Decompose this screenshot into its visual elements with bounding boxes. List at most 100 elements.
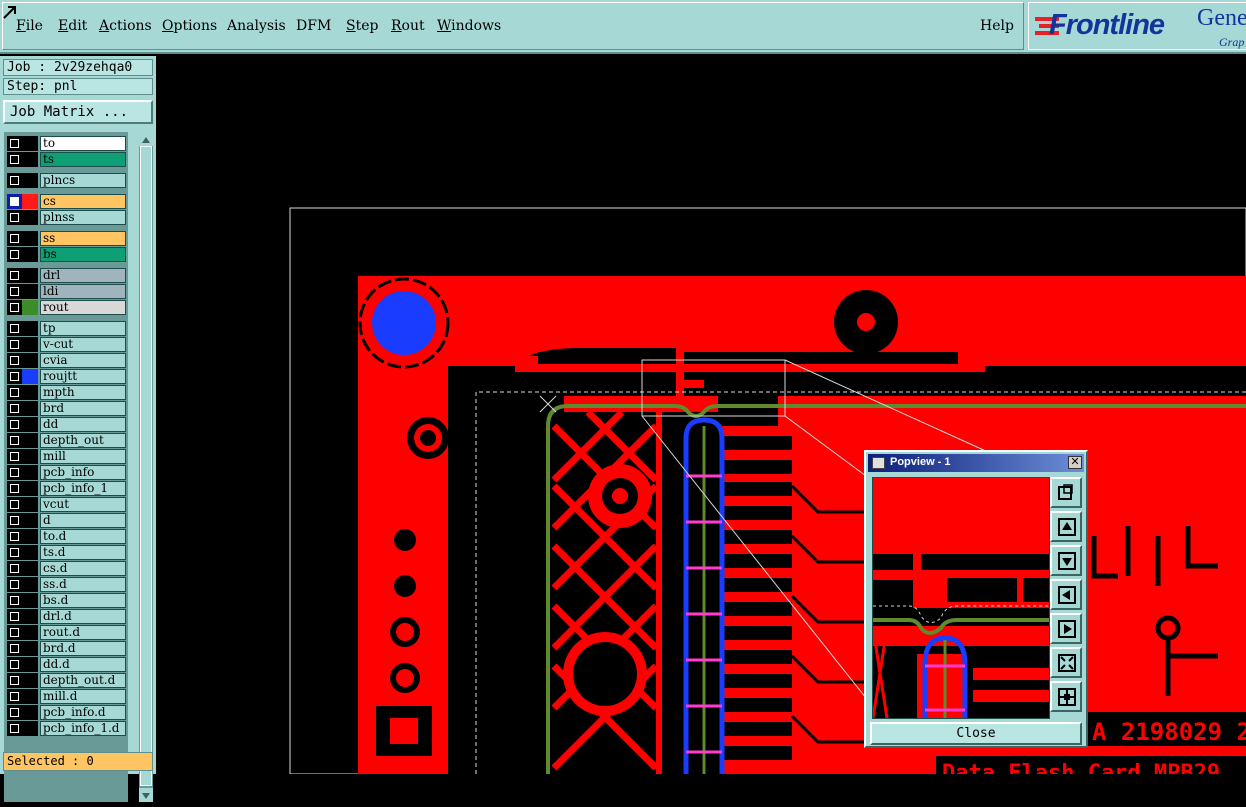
layer-row-dd[interactable]: dd bbox=[6, 417, 126, 432]
layer-checkbox[interactable] bbox=[7, 433, 22, 448]
layer-checkbox[interactable] bbox=[7, 657, 22, 672]
layer-name[interactable]: plnss bbox=[40, 210, 126, 225]
layer-checkbox[interactable] bbox=[7, 268, 22, 283]
layer-color-swatch[interactable] bbox=[22, 641, 38, 656]
layer-checkbox[interactable] bbox=[7, 497, 22, 512]
layer-row-mill[interactable]: mill bbox=[6, 449, 126, 464]
layer-color-swatch[interactable] bbox=[22, 210, 38, 225]
layer-checkbox[interactable] bbox=[7, 641, 22, 656]
layer-name[interactable]: to bbox=[40, 136, 126, 151]
layer-checkbox[interactable] bbox=[7, 417, 22, 432]
layer-row-brd[interactable]: brd bbox=[6, 401, 126, 416]
layer-checkbox[interactable] bbox=[7, 673, 22, 688]
job-matrix-button[interactable]: Job Matrix ... bbox=[3, 100, 153, 124]
layer-checkbox[interactable] bbox=[7, 529, 22, 544]
layer-checkbox[interactable] bbox=[7, 300, 22, 315]
layer-name[interactable]: drl.d bbox=[40, 609, 126, 624]
layer-name[interactable]: drl bbox=[40, 268, 126, 283]
layer-name[interactable]: pcb_info_1 bbox=[40, 481, 126, 496]
menu-file[interactable]: File bbox=[16, 18, 43, 34]
layer-name[interactable]: dd.d bbox=[40, 657, 126, 672]
layer-row-vcut[interactable]: vcut bbox=[6, 497, 126, 512]
layer-row-brd.d[interactable]: brd.d bbox=[6, 641, 126, 656]
menu-edit[interactable]: Edit bbox=[58, 18, 87, 34]
layer-row-rout[interactable]: rout bbox=[6, 300, 126, 315]
layer-row-mill.d[interactable]: mill.d bbox=[6, 689, 126, 704]
layer-name[interactable]: plncs bbox=[40, 173, 126, 188]
layer-color-swatch[interactable] bbox=[22, 231, 38, 246]
layer-color-swatch[interactable] bbox=[22, 657, 38, 672]
layer-name[interactable]: ss.d bbox=[40, 577, 126, 592]
layer-row-dd.d[interactable]: dd.d bbox=[6, 657, 126, 672]
layer-name[interactable]: pcb_info bbox=[40, 465, 126, 480]
layer-color-swatch[interactable] bbox=[22, 721, 38, 736]
layer-checkbox[interactable] bbox=[7, 353, 22, 368]
layer-checkbox[interactable] bbox=[7, 152, 22, 167]
layer-color-swatch[interactable] bbox=[22, 268, 38, 283]
layer-color-swatch[interactable] bbox=[22, 353, 38, 368]
zoom-home-icon[interactable] bbox=[1050, 477, 1082, 508]
layer-name[interactable]: rout bbox=[40, 300, 126, 315]
layer-checkbox[interactable] bbox=[7, 321, 22, 336]
layer-name[interactable]: mill bbox=[40, 449, 126, 464]
layer-row-ts[interactable]: ts bbox=[6, 152, 126, 167]
layer-row-drl[interactable]: drl bbox=[6, 268, 126, 283]
layer-name[interactable]: ss bbox=[40, 231, 126, 246]
layer-color-swatch[interactable] bbox=[22, 136, 38, 151]
layer-name[interactable]: depth_out.d bbox=[40, 673, 126, 688]
layer-name[interactable]: vcut bbox=[40, 497, 126, 512]
layer-name[interactable]: rout.d bbox=[40, 625, 126, 640]
layer-row-plnss[interactable]: plnss bbox=[6, 210, 126, 225]
layer-color-swatch[interactable] bbox=[22, 337, 38, 352]
scroll-down-arrow-icon[interactable] bbox=[139, 788, 153, 802]
layer-name[interactable]: depth_out bbox=[40, 433, 126, 448]
layer-checkbox[interactable] bbox=[7, 625, 22, 640]
layer-checkbox[interactable] bbox=[7, 449, 22, 464]
layer-name[interactable]: ts bbox=[40, 152, 126, 167]
layer-checkbox[interactable] bbox=[7, 194, 22, 209]
layer-name[interactable]: to.d bbox=[40, 529, 126, 544]
popview-close-button[interactable]: Close bbox=[870, 722, 1082, 745]
layer-color-swatch[interactable] bbox=[22, 300, 38, 315]
layer-row-bs.d[interactable]: bs.d bbox=[6, 593, 126, 608]
layer-color-swatch[interactable] bbox=[22, 247, 38, 262]
layer-checkbox[interactable] bbox=[7, 561, 22, 576]
layer-name[interactable]: mill.d bbox=[40, 689, 126, 704]
layer-color-swatch[interactable] bbox=[22, 465, 38, 480]
layer-color-swatch[interactable] bbox=[22, 689, 38, 704]
layer-checkbox[interactable] bbox=[7, 210, 22, 225]
popview-viewport[interactable] bbox=[872, 477, 1050, 719]
layer-row-d[interactable]: d bbox=[6, 513, 126, 528]
layer-name[interactable]: roujtt bbox=[40, 369, 126, 384]
layer-color-swatch[interactable] bbox=[22, 625, 38, 640]
layer-name[interactable]: dd bbox=[40, 417, 126, 432]
layer-checkbox[interactable] bbox=[7, 465, 22, 480]
layer-name[interactable]: ts.d bbox=[40, 545, 126, 560]
layer-color-swatch[interactable] bbox=[22, 545, 38, 560]
menu-dfm[interactable]: DFM bbox=[296, 18, 331, 34]
layer-checkbox[interactable] bbox=[7, 577, 22, 592]
layer-name[interactable]: bs.d bbox=[40, 593, 126, 608]
menu-rout[interactable]: Rout bbox=[391, 18, 425, 34]
layer-color-swatch[interactable] bbox=[22, 561, 38, 576]
layer-name[interactable]: cvia bbox=[40, 353, 126, 368]
menu-step[interactable]: Step bbox=[346, 18, 378, 34]
layer-row-plncs[interactable]: plncs bbox=[6, 173, 126, 188]
layer-name[interactable]: ldi bbox=[40, 284, 126, 299]
layer-checkbox[interactable] bbox=[7, 369, 22, 384]
layer-color-swatch[interactable] bbox=[22, 433, 38, 448]
layer-checkbox[interactable] bbox=[7, 136, 22, 151]
layer-checkbox[interactable] bbox=[7, 337, 22, 352]
menu-options[interactable]: Options bbox=[162, 18, 217, 34]
layer-row-mpth[interactable]: mpth bbox=[6, 385, 126, 400]
zoom-out-icon[interactable] bbox=[1050, 681, 1082, 712]
layer-name[interactable]: v-cut bbox=[40, 337, 126, 352]
layer-row-pcb_info[interactable]: pcb_info bbox=[6, 465, 126, 480]
pan-left-icon[interactable] bbox=[1050, 579, 1082, 610]
layer-checkbox[interactable] bbox=[7, 173, 22, 188]
layer-color-swatch[interactable] bbox=[22, 497, 38, 512]
layer-checkbox[interactable] bbox=[7, 689, 22, 704]
layer-row-depth_out[interactable]: depth_out bbox=[6, 433, 126, 448]
layer-name[interactable]: brd bbox=[40, 401, 126, 416]
menu-windows[interactable]: Windows bbox=[437, 18, 501, 34]
